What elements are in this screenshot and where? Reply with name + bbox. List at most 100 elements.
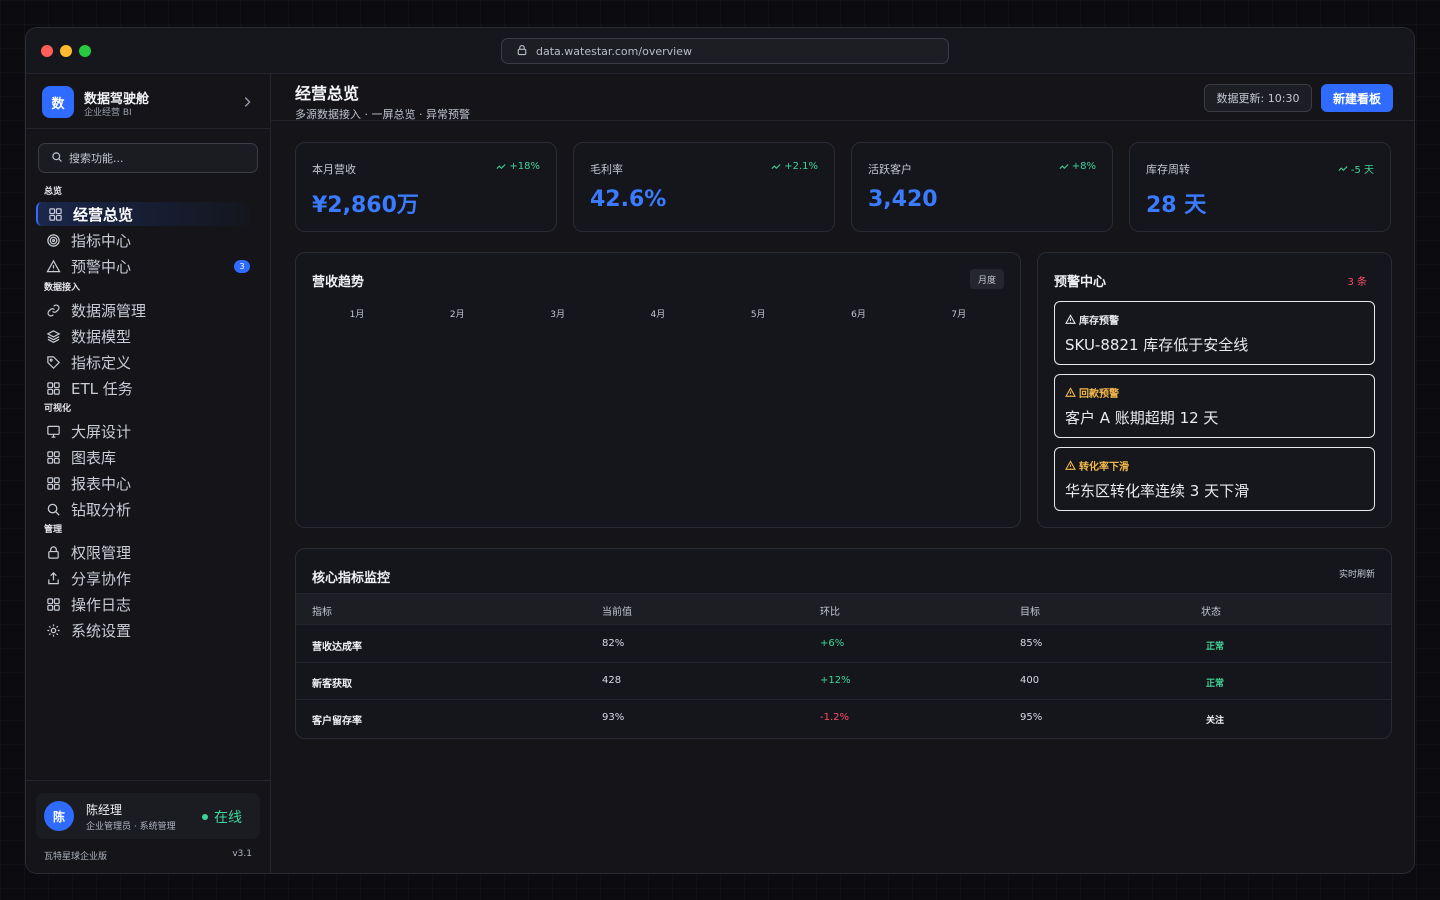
warning-icon [1065,314,1076,325]
monitor-icon [46,424,71,439]
nav-group-title: 数据接入 [44,283,81,293]
gear-icon [46,623,71,638]
sidebar-item[interactable]: 权限管理 [36,540,250,564]
minimize-window-button[interactable] [60,45,72,57]
count-badge: 3 [234,260,250,273]
column-header: 状态 [1201,607,1221,618]
main-content: 经营总览 多源数据接入 · 一屏总览 · 异常预警 数据更新: 10:30 新建… [271,74,1414,873]
sidebar-item-label: 指标定义 [71,353,132,372]
kpi-delta-value: +2.1% [784,161,818,172]
sidebar-item-label: 分享协作 [71,569,132,588]
alert-item[interactable]: 库存预警 SKU-8821 库存低于安全线 [1054,301,1375,365]
url-text: data.watestar.com/overview [536,44,692,58]
month-tick-label: 1月 [349,310,365,320]
trend-up-icon [1338,164,1348,174]
alert-text: 客户 A 账期超期 12 天 [1065,409,1219,427]
period-selector[interactable]: 月度 [969,269,1004,289]
sidebar-footer: 陈 陈经理 企业管理员 · 系统管理 在线 瓦特星球企业版 v3.1 [26,780,270,873]
kpi-delta-value: -5 天 [1350,165,1374,176]
target-value: 85% [1020,638,1043,649]
lock-icon [516,44,528,59]
maximize-window-button[interactable] [79,45,91,57]
tag-icon [46,355,71,370]
sidebar-item[interactable]: 大屏设计 [36,419,250,443]
sidebar-item[interactable]: 分享协作 [36,566,250,590]
sidebar-item-label: 操作日志 [71,595,132,614]
grid-icon [48,207,73,222]
table-row[interactable]: 新客获取 428 +12% 400 正常 [296,663,1391,700]
sidebar-item-label: 指标中心 [71,231,132,250]
sidebar-item-label: 权限管理 [71,543,132,562]
kpi-value: ¥2,860万 [312,193,419,218]
sidebar-item[interactable]: 指标中心 [36,228,250,252]
column-header: 指标 [312,607,332,618]
brand-switcher[interactable]: 数 数据驾驶舱 企业经营 BI [26,74,270,129]
sidebar-item[interactable]: 钻取分析 [36,497,250,521]
sidebar-item-label: ETL 任务 [71,379,133,398]
kpi-delta: +8% [1059,161,1096,172]
status-badge: 正常 [1206,679,1225,689]
table-row[interactable]: 营收达成率 82% +6% 85% 正常 [296,626,1391,663]
sidebar-item[interactable]: 数据模型 [36,324,250,348]
data-update-button[interactable]: 数据更新: 10:30 [1204,84,1312,112]
table-header: 指标 当前值 环比 目标 状态 [296,593,1391,625]
table-row[interactable]: 客户留存率 93% -1.2% 95% 关注 [296,700,1391,737]
status-badge: 关注 [1206,716,1225,726]
sidebar-item[interactable]: 数据源管理 [36,298,250,322]
sidebar-item[interactable]: 报表中心 [36,471,250,495]
sidebar-item[interactable]: 指标定义 [36,350,250,374]
alert-item[interactable]: 转化率下滑 华东区转化率连续 3 天下滑 [1054,447,1375,511]
metric-name: 营收达成率 [312,642,362,653]
grid-icon [46,476,71,491]
sidebar-item-label: 钻取分析 [71,500,132,519]
trend-up-icon [1059,162,1069,172]
column-header: 环比 [820,607,840,618]
new-dashboard-button[interactable]: 新建看板 [1321,84,1393,112]
sidebar-item[interactable]: 经营总览 [36,202,250,226]
version-label: v3.1 [232,849,252,859]
brand-logo: 数 [42,86,74,118]
alert-type: 转化率下滑 [1065,458,1129,473]
alert-count-badge: 3 条 [1347,277,1367,288]
close-window-button[interactable] [41,45,53,57]
sidebar: 数 数据驾驶舱 企业经营 BI 搜索功能... 总览 经营总览 指标中心 预警中心 3 数… [26,74,271,873]
monitor-title: 核心指标监控 [312,571,391,586]
alert-item[interactable]: 回款预警客户 A 账期超期 12 天 [1054,374,1375,438]
month-tick-label: 3月 [550,310,565,320]
sidebar-item[interactable]: ETL 任务 [36,376,250,400]
brand-subtitle: 企业经营 BI [84,108,132,118]
online-dot-icon [202,814,208,820]
sidebar-item[interactable]: 操作日志 [36,592,250,616]
target-value: 95% [1020,712,1043,723]
mom-change: +12% [820,675,851,686]
metric-name: 客户留存率 [312,716,362,727]
edition-label: 瓦特星球企业版 [44,852,108,862]
grid-icon [46,450,71,465]
kpi-card[interactable]: 库存周转 -5 天 28 天 [1129,142,1391,232]
month-tick-label: 6月 [851,310,866,320]
sidebar-item[interactable]: 图表库 [36,445,250,469]
sidebar-item[interactable]: 系统设置 [36,618,250,642]
kpi-value: 42.6% [590,187,667,212]
kpi-card[interactable]: 本月营收 +18% ¥2,860万 [295,142,557,232]
sidebar-item-label: 图表库 [71,448,117,467]
sidebar-item[interactable]: 预警中心 3 [36,254,250,278]
search-icon [51,151,63,166]
search-icon [46,502,71,517]
kpi-label: 库存周转 [1146,163,1190,176]
kpi-label: 毛利率 [590,163,623,176]
sidebar-item-label: 经营总览 [73,205,134,224]
alert-type: 回款预警 [1065,385,1119,400]
kpi-delta-value: +18% [509,161,540,172]
alert-text: SKU-8821 库存低于安全线 [1065,336,1249,354]
kpi-card[interactable]: 活跃客户 +8% 3,420 [851,142,1113,232]
online-status-label: 在线 [214,810,242,826]
column-header: 当前值 [602,607,632,618]
user-card[interactable]: 陈 陈经理 企业管理员 · 系统管理 在线 [36,793,260,839]
current-value: 428 [602,675,622,686]
address-bar[interactable]: data.watestar.com/overview [501,38,949,64]
alert-center-title: 预警中心 [1054,275,1107,290]
sidebar-item-label: 系统设置 [71,621,132,640]
kpi-card[interactable]: 毛利率 +2.1% 42.6% [573,142,835,232]
search-input[interactable]: 搜索功能... [38,143,258,173]
